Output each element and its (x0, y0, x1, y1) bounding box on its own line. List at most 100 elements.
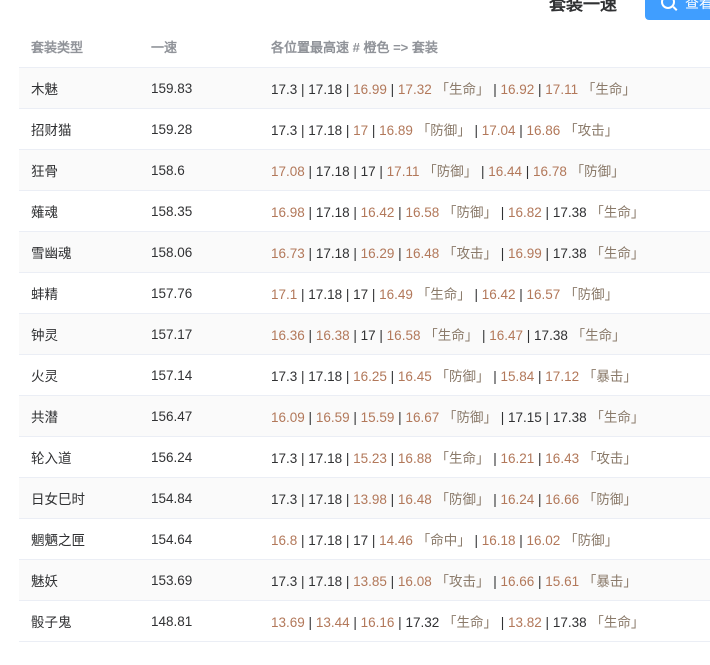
suit-name-cell: 魅妖 (31, 574, 58, 589)
slot-speed-value: 17 (353, 123, 372, 138)
slot-speed-value: | (496, 246, 508, 261)
speed-cell: 156.47 (151, 408, 193, 424)
suit-name-cell: 蚌精 (31, 287, 58, 302)
slot-speed-value: | (525, 164, 534, 179)
slot-speed-value: 16.58 (386, 328, 425, 343)
slot-speed-value: | (308, 328, 316, 343)
suit-name-cell: 魍魉之匣 (31, 533, 85, 548)
speed-cell: 153.69 (151, 572, 193, 588)
slot-speed-value: | (390, 492, 398, 507)
slot-speed-value: 16.36 (271, 328, 309, 343)
slot-speed-value: | (545, 246, 553, 261)
slot-speed-value: 17.3 (271, 82, 302, 97)
table-row[interactable]: 骰子鬼 148.81 13.69 | 13.44 | 16.16 | 17.32 「… (19, 601, 710, 642)
slot-speed-value: 16.45 (397, 369, 436, 384)
slot-speed-value: 16.47 (489, 328, 527, 343)
set-attribute-tag: 「暴击」 (582, 574, 637, 589)
slot-speed-value: 16.42 (360, 205, 399, 220)
slot-speed-value: 16.86 (526, 123, 565, 138)
table-row[interactable]: 雪幽魂 158.06 16.73 | 17.18 | 16.29 | 16.48 「… (19, 232, 710, 273)
slot-speed-value: | (496, 205, 508, 220)
slot-speed-value: 17.18 (308, 451, 346, 466)
column-header-slot-speeds[interactable]: 各位置最高速 # 橙色 => 套装 (259, 37, 710, 56)
set-attribute-tag: 「防御」 (442, 410, 497, 425)
table-row[interactable]: 火灵 157.14 17.3 | 17.18 | 16.25 | 16.45 「防御… (19, 355, 710, 396)
slot-speed-value: 17.18 (315, 246, 354, 261)
set-attribute-tag: 「防御」 (564, 287, 619, 302)
slot-speed-value: 16.42 (481, 287, 520, 302)
slot-speed-value: 17.15 (508, 410, 546, 425)
column-header-speed[interactable]: 一速 (139, 37, 259, 56)
slot-speed-value: 17.38 (552, 246, 591, 261)
slot-speed-value: 17.38 (534, 328, 572, 343)
set-attribute-tag: 「防御」 (416, 123, 471, 138)
slot-speed-value: 16.43 (545, 451, 583, 466)
table-row[interactable]: 轮入道 156.24 17.3 | 17.18 | 15.23 | 16.88 「生… (19, 437, 710, 478)
set-attribute-tag: 「生命」 (571, 328, 626, 343)
slot-speed-value: | (489, 82, 501, 97)
column-header-suit-type[interactable]: 套装类型 (19, 37, 139, 56)
table-row[interactable]: 薙魂 158.35 16.98 | 17.18 | 16.42 | 16.58 「防… (19, 191, 710, 232)
slot-speed-value: | (496, 615, 508, 630)
slot-speed-value: 16.18 (481, 533, 520, 548)
slot-speed-value: 17.18 (308, 574, 346, 589)
slot-speed-value: | (308, 246, 316, 261)
slot-speed-value: | (390, 369, 398, 384)
slot-speed-value: 17.1 (271, 287, 302, 302)
table-row[interactable]: 魅妖 153.69 17.3 | 17.18 | 13.85 | 16.08 「攻击… (19, 560, 710, 601)
suit-name-cell: 共潜 (31, 410, 58, 425)
slot-speed-value: 16.09 (271, 410, 309, 425)
slot-speed-value: 17.38 (552, 410, 591, 425)
view-button[interactable]: 查看 (645, 0, 710, 20)
slot-speed-value: 17.11 (386, 164, 424, 179)
slot-speed-value: | (519, 533, 527, 548)
slot-speed-value: 17 (360, 328, 380, 343)
slot-speeds-cell: 17.3 | 17.18 | 15.23 | 16.88 「生命」 | 16.2… (259, 447, 710, 467)
slot-speeds-cell: 13.69 | 13.44 | 16.16 | 17.32 「生命」 | 13.… (259, 611, 710, 631)
slot-speed-value: 17.3 (271, 492, 302, 507)
table-body: 木魅 159.83 17.3 | 17.18 | 16.99 | 17.32 「生命… (19, 68, 710, 642)
slot-speed-value: 17.18 (308, 533, 346, 548)
table-row[interactable]: 魍魉之匣 154.64 16.8 | 17.18 | 17 | 14.46 「命中」… (19, 519, 710, 560)
slot-speed-value: | (489, 451, 501, 466)
slot-speed-value: 16.48 (397, 492, 436, 507)
set-attribute-tag: 「生命」 (435, 82, 490, 97)
slot-speed-value: | (470, 287, 482, 302)
table-row[interactable]: 日女巳时 154.84 17.3 | 17.18 | 13.98 | 16.48 「… (19, 478, 710, 519)
set-attribute-tag: 「防御」 (423, 164, 478, 179)
table-row[interactable]: 招财猫 159.28 17.3 | 17.18 | 17 | 16.89 「防御」 … (19, 109, 710, 150)
set-attribute-tag: 「生命」 (590, 410, 645, 425)
slot-speed-value: 16.49 (379, 287, 417, 302)
speed-cell: 157.17 (151, 326, 193, 342)
table-row[interactable]: 蚌精 157.76 17.1 | 17.18 | 17 | 16.49 「生命」 |… (19, 273, 710, 314)
search-icon (661, 0, 675, 9)
table-row[interactable]: 狂骨 158.6 17.08 | 17.18 | 17 | 17.11 「防御」 |… (19, 150, 710, 191)
speed-cell: 159.28 (151, 121, 193, 137)
slot-speed-value: | (496, 410, 508, 425)
slot-speeds-cell: 17.3 | 17.18 | 13.85 | 16.08 「攻击」 | 16.6… (259, 570, 710, 590)
slot-speed-value: | (308, 615, 316, 630)
set-attribute-tag: 「防御」 (435, 369, 490, 384)
slot-speed-value: 17.04 (481, 123, 520, 138)
set-attribute-tag: 「攻击」 (582, 451, 637, 466)
speed-cell: 157.76 (151, 285, 193, 301)
suit-name-cell: 火灵 (31, 369, 58, 384)
slot-speed-value: 16.78 (533, 164, 571, 179)
slot-speed-value: | (379, 164, 387, 179)
set-attribute-tag: 「防御」 (582, 492, 637, 507)
slot-speed-value: 17 (360, 164, 380, 179)
slot-speed-value: 14.46 (379, 533, 417, 548)
table-row[interactable]: 共潜 156.47 16.09 | 16.59 | 15.59 | 16.67 「防… (19, 396, 710, 437)
table-row[interactable]: 木魅 159.83 17.3 | 17.18 | 16.99 | 17.32 「生命… (19, 68, 710, 109)
page-title: 套装一速 (549, 0, 617, 14)
slot-speed-value: 17.08 (271, 164, 309, 179)
slot-speed-value: 16.57 (526, 287, 565, 302)
table-row[interactable]: 钟灵 157.17 16.36 | 16.38 | 17 | 16.58 「生命」 … (19, 314, 710, 355)
suit-name-cell: 骰子鬼 (31, 615, 72, 630)
suit-name-cell: 狂骨 (31, 164, 58, 179)
slot-speed-value: 17.11 (545, 82, 582, 97)
slot-speed-value: 16.8 (271, 533, 302, 548)
speed-cell: 157.14 (151, 367, 193, 383)
slot-speed-value: 16.99 (508, 246, 546, 261)
slot-speed-value: | (519, 123, 527, 138)
